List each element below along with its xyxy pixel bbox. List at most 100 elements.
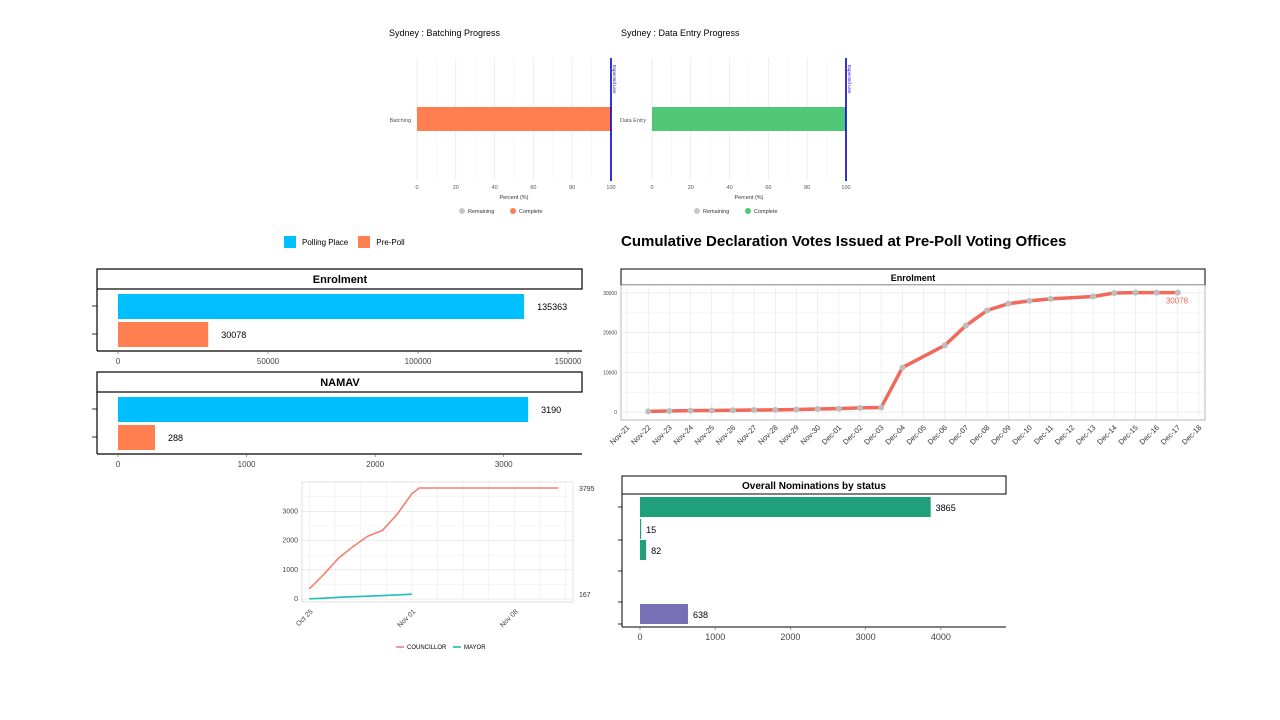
bar-value-label: 638 xyxy=(693,610,708,620)
x-tick-label: 1000 xyxy=(705,632,725,642)
header-legend: Polling Place Pre-Poll xyxy=(284,236,405,248)
x-tick-label: 0 xyxy=(116,460,121,469)
x-tick-label: Dec-08 xyxy=(968,423,991,446)
status-bar xyxy=(640,519,642,539)
x-tick-label: 80 xyxy=(569,185,575,191)
x-tick-label: Nov-28 xyxy=(756,423,779,446)
x-tick-label: Oct 25 xyxy=(295,608,315,628)
bar-polling xyxy=(118,397,529,422)
nominations-time-chart: 0 1000 2000 3000 Oct 25 Nov 01 Nov 08 3795 167 CO… xyxy=(282,481,595,651)
x-tick-label: 60 xyxy=(530,185,536,191)
bar-prepoll xyxy=(118,425,156,450)
status-bar xyxy=(640,540,647,560)
status-bar xyxy=(640,604,688,624)
x-tick-label: Nov-22 xyxy=(629,423,652,446)
bar-value-label: 82 xyxy=(651,546,661,556)
x-tick-label: 2000 xyxy=(366,460,384,469)
data-point xyxy=(1174,289,1181,296)
bar-polling xyxy=(118,294,525,319)
batching-chart: BatchingExpected Line0 20 40 60 80 100Percent… xyxy=(390,58,617,215)
data-point xyxy=(1047,295,1054,302)
data-point xyxy=(962,322,969,329)
data-point xyxy=(835,405,842,412)
dataentry-chart: Data Entry Expected Line 0 20 40 60 80 100 Perce… xyxy=(620,58,852,215)
x-tick-label: Dec-06 xyxy=(926,423,949,446)
x-tick-label: 0 xyxy=(650,185,653,191)
bar-value-label: 3190 xyxy=(541,405,561,415)
data-point xyxy=(878,404,885,411)
x-tick-label: 100 xyxy=(841,185,850,191)
legend-swatch-polling xyxy=(284,236,296,248)
x-tick-label: Dec-01 xyxy=(820,423,843,446)
category-label: Batching xyxy=(390,118,411,124)
y-tick-label: 10000 xyxy=(603,370,617,376)
bar-value-label: 288 xyxy=(168,433,183,443)
data-point xyxy=(1005,300,1012,307)
end-label-councillor: 3795 xyxy=(579,486,595,493)
status-bar xyxy=(640,497,931,517)
data-point xyxy=(645,408,652,415)
nominations-status-chart: Overall Nominations by status 3865 15 82 638… xyxy=(618,475,1007,642)
panel-title: Enrolment xyxy=(313,274,368,286)
bar-prepoll xyxy=(118,322,209,347)
end-label-mayor: 167 xyxy=(579,592,591,599)
x-tick-label: Nov-23 xyxy=(650,423,673,446)
legend-remaining-label: Remaining xyxy=(703,209,729,215)
panel-title: NAMAV xyxy=(320,377,360,389)
x-tick-label: 3000 xyxy=(856,632,876,642)
data-point xyxy=(1132,289,1139,296)
bar-value-label: 135363 xyxy=(537,302,567,312)
cumulative-chart: EnrolmentNov-21Nov-22Nov-23Nov-24Nov-25N… xyxy=(603,268,1206,447)
data-point xyxy=(666,408,673,415)
data-point xyxy=(793,406,800,413)
data-point xyxy=(708,407,715,414)
x-tick-label: 3000 xyxy=(495,460,513,469)
y-tick-label: 2000 xyxy=(282,538,298,545)
x-tick-label: Nov-26 xyxy=(714,423,737,446)
x-tick-label: 40 xyxy=(492,185,498,191)
x-tick-label: 20 xyxy=(688,185,694,191)
enrolment-chart: Enrolment 135363 30078 0 50000 100000 150000 xyxy=(92,268,583,366)
legend-complete-label: Complete xyxy=(519,209,543,215)
y-tick-label: 3000 xyxy=(282,508,298,515)
x-tick-label: Nov-29 xyxy=(777,423,800,446)
x-tick-label: Dec-17 xyxy=(1159,423,1182,446)
x-tick-label: 20 xyxy=(453,185,459,191)
legend-complete-label: Complete xyxy=(754,209,778,215)
data-point xyxy=(772,406,779,413)
x-tick-label: 100000 xyxy=(405,357,432,366)
data-point xyxy=(941,342,948,349)
data-point xyxy=(857,404,864,411)
legend-remaining-dot xyxy=(459,208,465,214)
legend-complete-dot xyxy=(510,208,516,214)
x-tick-label: 0 xyxy=(116,357,121,366)
data-point xyxy=(1153,289,1160,296)
x-tick-label: 1000 xyxy=(238,460,256,469)
namav-chart: NAMAV 3190 288 0 1000 2000 3000 xyxy=(92,371,583,469)
x-tick-label: Nov-25 xyxy=(693,423,716,446)
legend-complete-dot xyxy=(745,208,751,214)
x-axis-label: Percent (%) xyxy=(499,195,528,201)
x-tick-label: Dec-11 xyxy=(1032,423,1055,446)
y-tick-label: 20000 xyxy=(603,331,617,337)
x-tick-label: Dec-16 xyxy=(1138,423,1161,446)
x-tick-label: Dec-04 xyxy=(883,423,906,446)
batching-title: Sydney : Batching Progress xyxy=(389,28,501,38)
legend-label-polling: Polling Place xyxy=(302,237,349,247)
x-tick-label: Nov-21 xyxy=(608,423,631,446)
expected-line-label: Expected Line xyxy=(847,65,852,94)
x-tick-label: 4000 xyxy=(931,632,951,642)
data-point xyxy=(1026,297,1033,304)
data-point xyxy=(687,407,694,414)
legend-swatch-prepoll xyxy=(358,236,371,248)
x-tick-label: 50000 xyxy=(257,357,280,366)
x-tick-label: 2000 xyxy=(780,632,800,642)
y-tick-label: 0 xyxy=(614,410,617,416)
x-tick-label: Dec-10 xyxy=(1010,423,1033,446)
data-point xyxy=(1090,293,1097,300)
panel-title: Enrolment xyxy=(891,273,936,283)
legend-councillor-label: COUNCILLOR xyxy=(407,645,447,651)
x-tick-label: Dec-05 xyxy=(905,423,928,446)
x-axis-label: Percent (%) xyxy=(734,195,763,201)
x-tick-label: Nov 08 xyxy=(499,608,520,629)
